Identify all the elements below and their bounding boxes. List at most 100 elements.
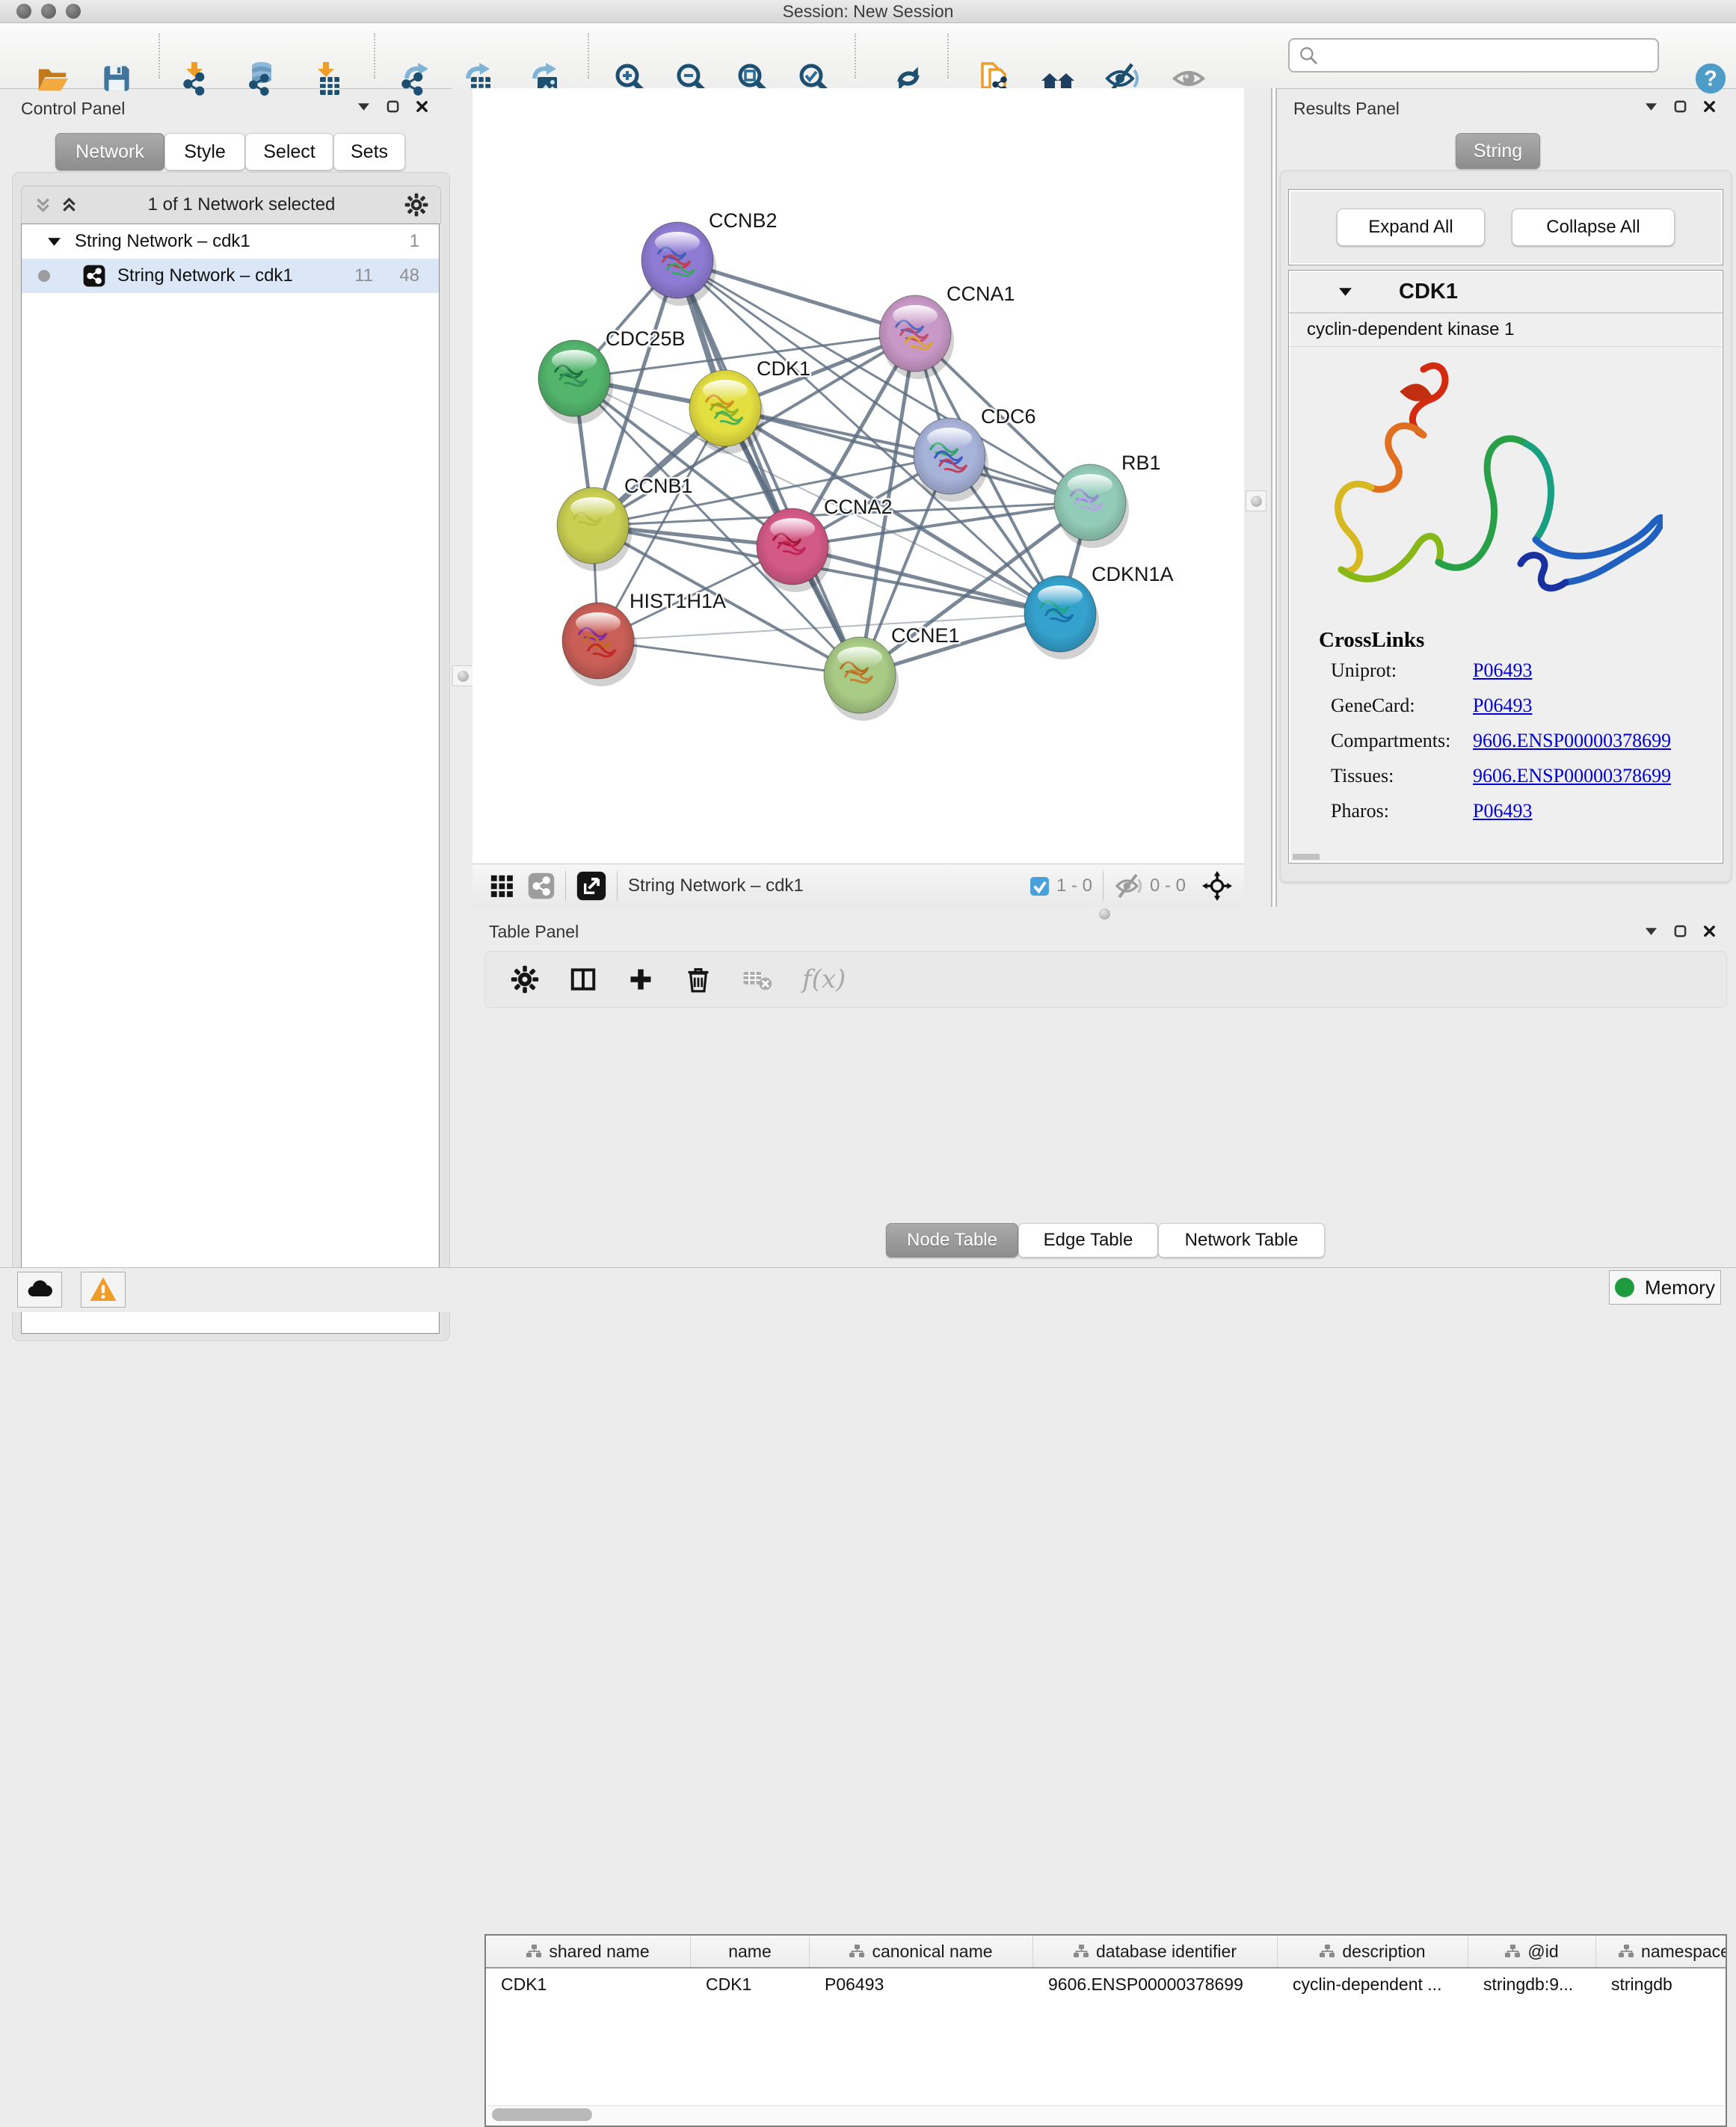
crosslink-link[interactable]: P06493	[1473, 800, 1532, 822]
crosslink-label: Uniprot:	[1289, 659, 1473, 682]
network-collection-label: String Network – cdk1	[75, 231, 250, 252]
tree-expand-icon[interactable]	[47, 236, 61, 247]
collapse-panel-icon[interactable]	[357, 102, 370, 112]
tab-select[interactable]: Select	[245, 133, 333, 170]
memory-button[interactable]: Memory	[1609, 1270, 1721, 1305]
network-edge[interactable]	[598, 641, 860, 675]
crosslink-link[interactable]: 9606.ENSP00000378699	[1473, 765, 1671, 787]
close-panel-icon[interactable]	[1703, 100, 1716, 113]
network-node-cdkn1a[interactable]: CDKN1A	[1024, 563, 1174, 659]
table-cell[interactable]: stringdb:9...	[1468, 1969, 1596, 2000]
collapse-all-icon[interactable]	[34, 196, 52, 215]
node-label: CCNB1	[624, 475, 693, 497]
table-cell[interactable]: CDK1	[691, 1969, 810, 2000]
tab-edge-table[interactable]: Edge Table	[1018, 1223, 1158, 1258]
table-cell[interactable]: P06493	[810, 1969, 1033, 2000]
title-bar: Session: New Session	[0, 0, 1736, 23]
tab-string[interactable]: String	[1456, 133, 1540, 169]
delete-column-icon[interactable]	[684, 965, 712, 994]
network-view-toolbar: String Network – cdk1 1 - 0 0 - 0	[473, 864, 1244, 908]
network-tree-item-row[interactable]: String Network – cdk1 11 48	[22, 259, 439, 293]
table-cell[interactable]: CDK1	[486, 1969, 691, 2000]
add-column-icon[interactable]	[627, 966, 654, 993]
gear-icon[interactable]	[404, 193, 428, 217]
collapse-panel-icon[interactable]	[1645, 102, 1657, 112]
column-header-shared-name[interactable]: shared name	[486, 1936, 691, 1967]
search-input[interactable]	[1288, 38, 1659, 73]
tree-icon	[1619, 1945, 1634, 1958]
mini-scrollbar[interactable]	[1293, 854, 1320, 860]
float-panel-icon[interactable]	[1674, 100, 1687, 113]
column-header-canonical-name[interactable]: canonical name	[810, 1936, 1033, 1967]
crosslink-link[interactable]: P06493	[1473, 659, 1532, 682]
column-header--id[interactable]: @id	[1468, 1936, 1596, 1967]
network-node-cdc25b[interactable]: CDC25B	[538, 327, 686, 424]
memory-label: Memory	[1645, 1276, 1715, 1299]
column-header-database-identifier[interactable]: database identifier	[1033, 1936, 1278, 1967]
close-panel-icon[interactable]	[1703, 925, 1716, 938]
network-status-dot	[38, 270, 50, 282]
table-cell[interactable]: 9606.ENSP00000378699	[1033, 1969, 1278, 2000]
expand-all-icon[interactable]	[60, 196, 79, 215]
network-view-icon[interactable]	[528, 872, 555, 899]
node-label: HIST1H1A	[630, 590, 726, 612]
warning-icon	[89, 1275, 117, 1304]
crosslink-row: Compartments:9606.ENSP00000378699	[1289, 723, 1723, 758]
grid-mode-icon[interactable]	[489, 873, 514, 899]
node-label: CDKN1A	[1092, 563, 1174, 585]
left-splitter[interactable]	[452, 88, 473, 1267]
network-node-rb1[interactable]: RB1	[1054, 452, 1161, 548]
gene-name: CDK1	[1399, 280, 1458, 304]
collapse-panel-icon[interactable]	[1645, 926, 1657, 937]
tab-network-table[interactable]: Network Table	[1158, 1223, 1325, 1258]
table-horizontal-scrollbar[interactable]	[487, 2105, 1724, 2124]
tab-sets[interactable]: Sets	[333, 133, 405, 170]
horizontal-splitter[interactable]	[473, 907, 1736, 920]
network-tree: String Network – cdk1 1 String Network –…	[21, 224, 440, 1334]
hidden-eye-icon[interactable]	[1114, 872, 1142, 900]
table-cell[interactable]: cyclin-dependent ...	[1278, 1969, 1468, 2000]
splitter-handle[interactable]	[452, 665, 473, 686]
tree-icon	[849, 1945, 864, 1958]
scrollbar-thumb[interactable]	[492, 2108, 592, 2121]
crosslink-link[interactable]: 9606.ENSP00000378699	[1473, 730, 1671, 752]
expand-all-button[interactable]: Expand All	[1337, 209, 1485, 246]
table-settings-gear-icon[interactable]	[511, 965, 539, 994]
column-header-description[interactable]: description	[1278, 1936, 1468, 1967]
splitter-handle[interactable]	[1246, 490, 1266, 511]
warning-button[interactable]	[81, 1272, 126, 1308]
section-collapse-icon[interactable]	[1338, 286, 1352, 298]
table-panel: Table Panel f(x) shared namenamecanonica…	[473, 920, 1736, 1267]
tab-node-table[interactable]: Node Table	[886, 1223, 1018, 1258]
network-tree-root-row[interactable]: String Network – cdk1 1	[22, 224, 439, 259]
toolbar-separator	[374, 34, 375, 79]
column-header-name[interactable]: name	[691, 1936, 810, 1967]
tab-style[interactable]: Style	[164, 133, 245, 170]
right-splitter[interactable]	[1244, 88, 1272, 907]
float-panel-icon[interactable]	[1674, 925, 1687, 938]
protein-structure-image	[1289, 347, 1723, 601]
columns-icon[interactable]	[569, 965, 597, 994]
column-header-namespace[interactable]: namespace	[1596, 1936, 1727, 1967]
network-canvas[interactable]: CCNB2CCNA1CDC25BCDK1CDC6RB1CCNB1CCNA2CDK…	[473, 88, 1244, 864]
tab-network[interactable]: Network	[55, 133, 164, 170]
node-label: CCNA1	[947, 283, 1015, 305]
selected-checkbox-icon[interactable]	[1030, 877, 1049, 896]
collapse-all-button[interactable]: Collapse All	[1512, 209, 1675, 246]
crosslink-row: Pharos:P06493	[1289, 793, 1723, 828]
node-table: shared namenamecanonical namedatabase id…	[484, 1934, 1727, 2127]
column-label: @id	[1527, 1942, 1558, 1962]
network-edge[interactable]	[677, 260, 860, 675]
network-node-ccnb2[interactable]: CCNB2	[641, 209, 778, 306]
crosslink-link[interactable]: P06493	[1473, 695, 1532, 717]
hidden-count: 0 - 0	[1150, 875, 1186, 896]
open-window-icon[interactable]	[576, 871, 606, 901]
close-panel-icon[interactable]	[416, 100, 428, 113]
float-panel-icon[interactable]	[387, 100, 399, 113]
table-cell[interactable]: stringdb	[1596, 1969, 1727, 2000]
table-row[interactable]: CDK1CDK1P064939606.ENSP00000378699cyclin…	[486, 1969, 1726, 2000]
network-node-cdc6[interactable]: CDC6	[914, 405, 1036, 502]
crosshair-icon[interactable]	[1202, 871, 1232, 901]
gene-header[interactable]: CDK1	[1289, 271, 1723, 313]
cloud-button[interactable]	[17, 1272, 62, 1308]
